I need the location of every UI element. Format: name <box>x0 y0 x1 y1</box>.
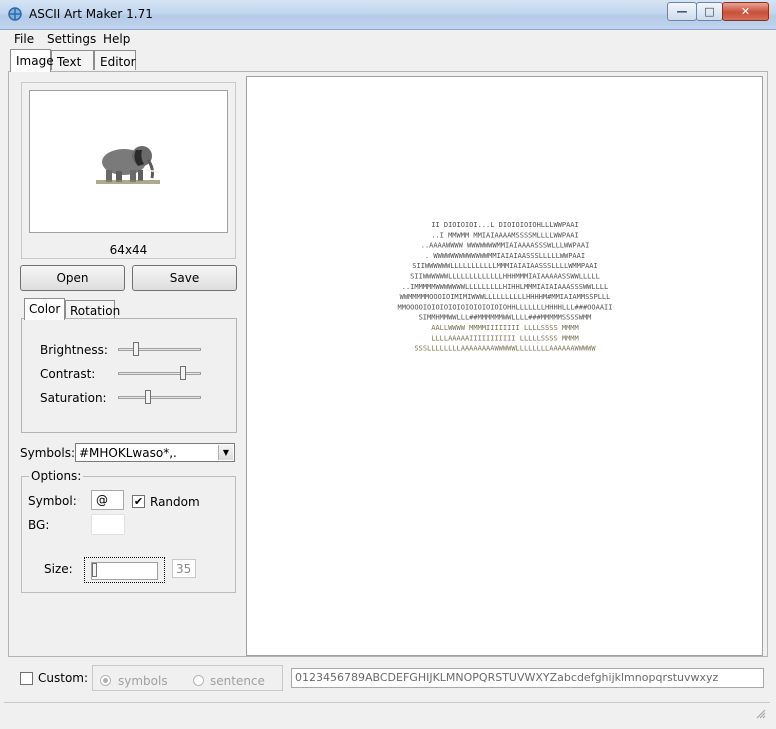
tab-text-label: Text <box>57 55 82 69</box>
size-label: Size: <box>44 562 73 576</box>
symbols-select-value: #MHOKLwaso*,. <box>79 446 177 460</box>
ascii-row: WWMMMMMOOOIOIMIMIWWWLLLLLLLLLLHHHHM#MMIA… <box>400 293 611 301</box>
minimize-icon: — <box>676 5 688 18</box>
subtab-rotation-label: Rotation <box>70 304 121 318</box>
ascii-row: SIIWWWWWWLLLLLLLLLLLMMMIAIAIAASSSLLLLWMM… <box>412 262 597 270</box>
status-bar <box>4 702 770 723</box>
symbols-label: Symbols: <box>20 446 75 460</box>
size-slider[interactable] <box>91 562 158 580</box>
brightness-slider[interactable] <box>118 348 201 351</box>
custom-chars-input[interactable]: 0123456789ABCDEFGHIJKLMNOPQRSTUVWXYZabcd… <box>291 668 764 688</box>
chevron-down-icon[interactable]: ▼ <box>218 445 233 460</box>
saturation-slider-thumb[interactable] <box>145 390 151 404</box>
radio-sentence[interactable] <box>193 675 204 686</box>
size-value: 35 <box>172 559 196 578</box>
contrast-slider-thumb[interactable] <box>180 366 186 380</box>
ascii-row: AALLWWWW MMMMIIIIIIII LLLLSSSS MMMM <box>431 324 579 332</box>
minimize-button[interactable]: — <box>667 2 697 21</box>
elephant-image <box>96 146 160 184</box>
saturation-label: Saturation: <box>40 391 107 405</box>
radio-symbols[interactable] <box>100 675 111 686</box>
ascii-row: LLLLAAAAAIIIIIIIIIII LLLLLSSSS MMMM <box>431 334 579 342</box>
ascii-row: ..AAAAWWWW WWWWWWWMMIAIAAAASSSWLLLWWPAAI <box>421 242 590 250</box>
options-title: Options: <box>29 469 84 483</box>
ascii-row: SIMMHMMWWLLL##MMMMMMWWLLLL###MMMMMSSSSWM… <box>419 314 592 322</box>
ascii-row: SSSLLLLLLLLAAAAAAAAWWWWWLLLLLLLLAAAAAAWW… <box>414 345 596 353</box>
resize-grip-icon[interactable] <box>756 709 766 719</box>
brightness-label: Brightness: <box>40 343 108 357</box>
menu-settings[interactable]: Settings <box>47 32 96 46</box>
radio-dot-icon <box>103 678 108 683</box>
tab-editor-label: Editor <box>100 55 136 69</box>
save-button[interactable]: Save <box>132 265 237 291</box>
symbol-input[interactable]: @ <box>91 490 124 510</box>
ascii-row: II DIOIOIOI...L DIOIOIOIOHLLLWWPAAI <box>431 221 579 229</box>
menu-bar: File Settings Help <box>0 30 776 50</box>
image-size-label: 64x44 <box>109 243 148 257</box>
ascii-row: ..IMMMMMWWWWWWWLLLLLLLLLHIHHLMMMIAIAIAAA… <box>402 283 609 291</box>
menu-help[interactable]: Help <box>103 32 130 46</box>
ascii-art-output: II DIOIOIOI...L DIOIOIOIOHLLLWWPAAI ..I M… <box>398 221 613 353</box>
random-label: Random <box>150 495 200 509</box>
ascii-row: . WWWWWWWWWWWWWMMIAIAIAASSSLLLLLWWPAAI <box>425 252 585 260</box>
radio-symbols-label: symbols <box>118 674 168 688</box>
maximize-icon: □ <box>704 5 715 18</box>
random-checkbox[interactable]: ✔ <box>132 495 145 508</box>
bg-color-swatch[interactable] <box>91 514 125 535</box>
tab-image[interactable]: Image <box>10 49 54 72</box>
ascii-row: MMOOOOIOIOIOIOIOIOIOIOIOIOHHLLLLLLLHHHHL… <box>398 303 613 311</box>
ascii-art-canvas[interactable]: II DIOIOIOI...L DIOIOIOIOHLLLWWPAAI ..I M… <box>246 76 763 656</box>
custom-label: Custom: <box>38 671 89 685</box>
subtab-color-label: Color <box>29 302 61 316</box>
ascii-row: SIIWWWWWWLLLLLLLLLLLLLHHHMMMIAIAAAAASSWW… <box>410 273 600 281</box>
radio-sentence-label: sentence <box>210 674 265 688</box>
custom-checkbox[interactable] <box>20 672 33 685</box>
contrast-slider[interactable] <box>118 372 201 375</box>
tab-image-label: Image <box>16 54 54 68</box>
contrast-label: Contrast: <box>40 367 96 381</box>
symbol-label: Symbol: <box>28 494 77 508</box>
size-slider-thumb[interactable] <box>92 563 97 577</box>
saturation-slider[interactable] <box>118 396 201 399</box>
bg-label: BG: <box>28 518 50 532</box>
checkmark-icon: ✔ <box>133 495 144 508</box>
open-button[interactable]: Open <box>20 265 125 291</box>
ascii-row: ..I MMWMM MMIAIAAAAMSSSSMLLLLWWPAAI <box>431 231 579 239</box>
maximize-button[interactable]: □ <box>696 2 723 21</box>
brightness-slider-thumb[interactable] <box>133 342 139 356</box>
subtab-rotation[interactable]: Rotation <box>65 300 120 320</box>
tab-editor[interactable]: Editor <box>94 50 136 70</box>
menu-file[interactable]: File <box>14 32 34 46</box>
close-button[interactable]: ✕ <box>722 2 769 21</box>
window-title: ASCII Art Maker 1.71 <box>29 7 153 21</box>
subtab-color[interactable]: Color <box>24 298 65 320</box>
symbols-select[interactable]: #MHOKLwaso*,. ▼ <box>75 443 235 462</box>
title-bar: ASCII Art Maker 1.71 — □ ✕ <box>0 0 776 30</box>
tab-text[interactable]: Text <box>51 50 94 70</box>
close-icon: ✕ <box>740 5 751 18</box>
app-icon <box>8 7 22 21</box>
